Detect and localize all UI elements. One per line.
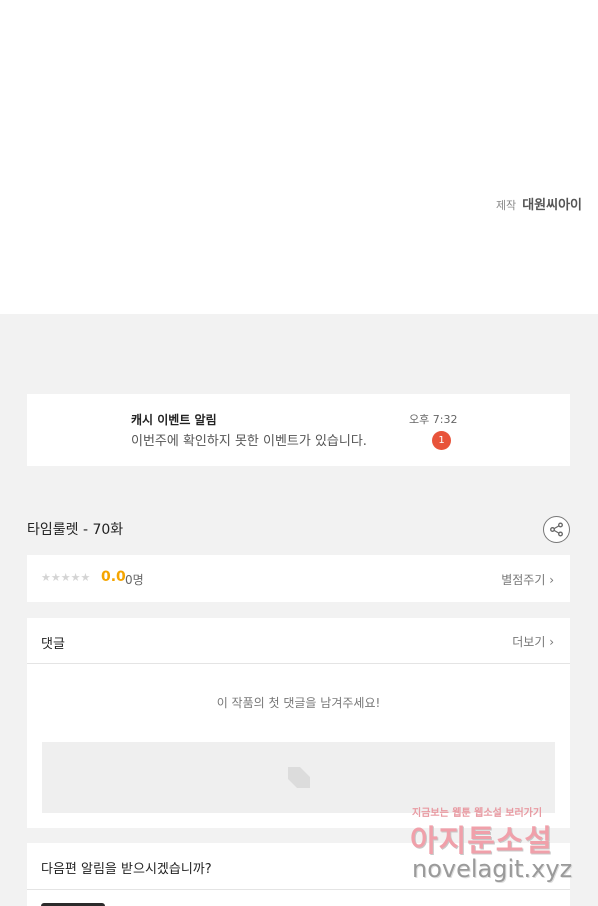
- comments-header: 댓글 더보기 ›: [27, 618, 570, 664]
- credit-studio: 대원씨아이: [522, 198, 582, 213]
- notification-card[interactable]: 캐시 이벤트 알림 이번주에 확인하지 못한 이벤트가 있습니다. 오후 7:3…: [27, 394, 570, 466]
- production-credit: 제작 대원씨아이: [496, 194, 582, 213]
- notification-message: 이번주에 확인하지 못한 이벤트가 있습니다.: [131, 434, 367, 449]
- notification-badge: 1: [432, 431, 451, 450]
- rating-score: 0.0: [101, 569, 126, 585]
- give-rating-button[interactable]: 별점주기 ›: [501, 571, 554, 588]
- comments-section: 댓글 더보기 › 이 작품의 첫 댓글을 남겨주세요!: [27, 618, 570, 828]
- divider: [27, 889, 570, 890]
- notification-title: 캐시 이벤트 알림: [131, 413, 217, 427]
- next-episode-question: 다음편 알림을 받으시겠습니까?: [41, 862, 212, 877]
- comments-more-button[interactable]: 더보기 ›: [512, 633, 554, 650]
- credit-label: 제작: [495, 199, 517, 212]
- share-button[interactable]: [543, 516, 570, 543]
- rating-count: 0명: [125, 573, 144, 587]
- notification-time: 오후 7:32: [409, 413, 458, 426]
- webtoon-end-area: 제작 대원씨아이: [0, 0, 598, 314]
- comments-empty-text: 이 작품의 첫 댓글을 남겨주세요!: [216, 696, 381, 710]
- rating-row: ★★★★★ 0.0 0명 별점주기 ›: [27, 555, 570, 602]
- star-rating-icons: ★★★★★: [41, 571, 91, 584]
- pen-icon: [288, 767, 310, 788]
- share-icon: [550, 522, 563, 537]
- comment-input[interactable]: [42, 742, 555, 813]
- comments-title: 댓글: [41, 637, 65, 652]
- next-episode-alert: 다음편 알림을 받으시겠습니까?: [27, 843, 570, 906]
- episode-title: 타임룰렛 - 70화: [27, 522, 124, 538]
